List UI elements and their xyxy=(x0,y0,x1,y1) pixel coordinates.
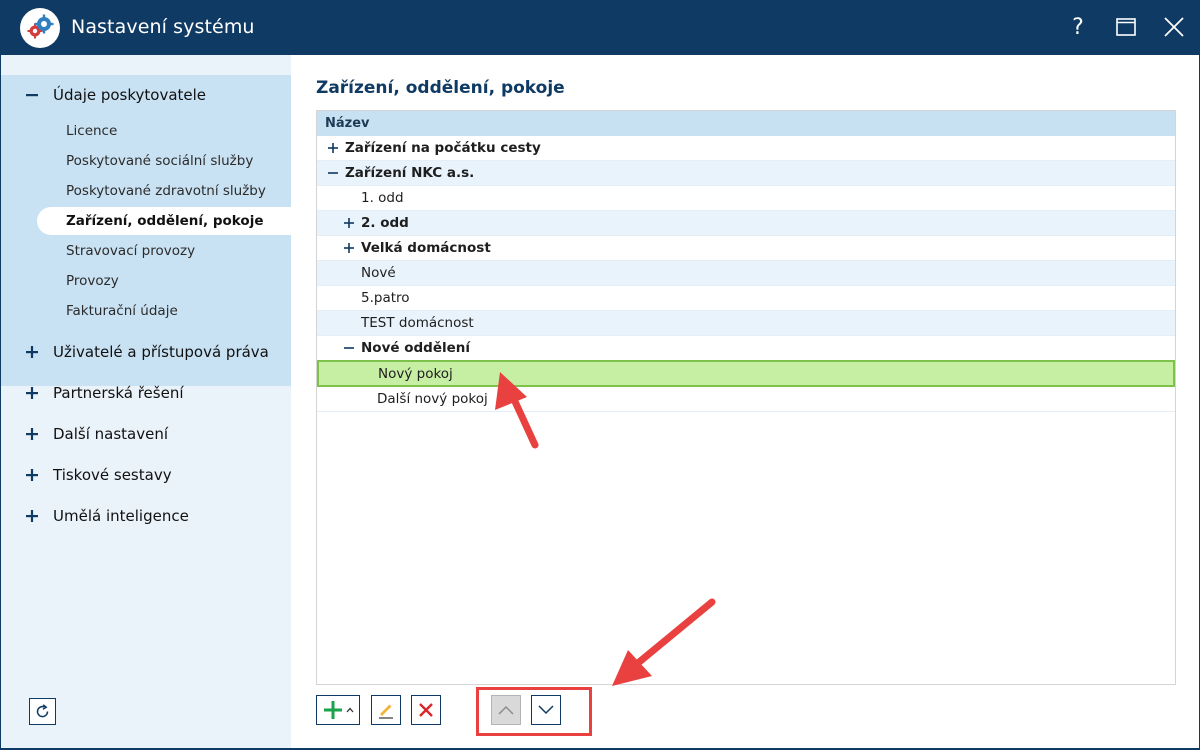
sidebar-item-licence[interactable]: Licence xyxy=(37,117,291,145)
collapse-icon xyxy=(26,94,38,97)
app-gears-icon xyxy=(20,8,60,48)
delete-x-icon xyxy=(419,703,433,717)
expand-icon[interactable] xyxy=(327,142,339,154)
sidebar-item-label: Fakturační údaje xyxy=(66,303,178,319)
sidebar-item-label: Provozy xyxy=(66,273,119,289)
expand-icon xyxy=(26,428,38,440)
tree-row[interactable]: 1. odd xyxy=(317,186,1175,211)
maximize-button[interactable] xyxy=(1111,12,1141,42)
tree-row[interactable]: Velká domácnost xyxy=(317,236,1175,261)
collapse-icon[interactable] xyxy=(327,167,339,179)
sidebar-group-partnerska-reseni[interactable]: Partnerská řešení xyxy=(1,373,291,413)
tree-row-label: Nový pokoj xyxy=(378,365,453,382)
tree-row-label: 2. odd xyxy=(361,215,409,231)
sidebar-group-label: Umělá inteligence xyxy=(53,507,189,525)
sidebar-group-label: Tiskové sestavy xyxy=(53,466,172,484)
tree-row[interactable]: Zařízení NKC a.s. xyxy=(317,161,1175,186)
window-title: Nastavení systému xyxy=(71,16,255,38)
tree-row-label: Nové oddělení xyxy=(361,340,471,356)
tree-row[interactable]: Zařízení na počátku cesty xyxy=(317,136,1175,161)
sidebar-group-tiskove-sestavy[interactable]: Tiskové sestavy xyxy=(1,455,291,495)
sidebar-item-zarizeni-oddeleni-pokoje[interactable]: Zařízení, oddělení, pokoje xyxy=(37,207,291,235)
sidebar-item-label: Licence xyxy=(66,123,118,139)
sidebar-group-dalsi-nastaveni[interactable]: Další nastavení xyxy=(1,414,291,454)
refresh-button[interactable] xyxy=(29,698,56,725)
close-button[interactable] xyxy=(1159,12,1189,42)
sidebar-group-uzivatele[interactable]: Uživatelé a přístupová práva xyxy=(1,332,291,372)
tree-row[interactable]: Nové oddělení xyxy=(317,336,1175,361)
tree-grid: Název Zařízení na počátku cesty Zařízení… xyxy=(316,110,1176,685)
column-header-label: Název xyxy=(325,116,370,131)
sidebar-group-label: Další nastavení xyxy=(53,425,169,443)
pencil-icon xyxy=(379,704,393,719)
expand-icon xyxy=(26,510,38,522)
sidebar-item-socialni-sluzby[interactable]: Poskytované sociální služby xyxy=(37,147,291,175)
sidebar-item-label: Zařízení, oddělení, pokoje xyxy=(66,213,264,229)
tree-row-label: Nové xyxy=(361,265,396,281)
delete-button[interactable] xyxy=(411,695,441,725)
close-icon xyxy=(1164,17,1184,37)
sidebar: Údaje poskytovatele Licence Poskytované … xyxy=(1,55,291,748)
tree-row-label: Další nový pokoj xyxy=(377,391,488,407)
maximize-icon xyxy=(1116,18,1136,36)
help-button[interactable]: ? xyxy=(1063,12,1093,42)
expand-icon xyxy=(26,469,38,481)
tree-row[interactable]: TEST domácnost xyxy=(317,311,1175,336)
sidebar-item-label: Poskytované zdravotní služby xyxy=(66,183,266,199)
tree-row-selected[interactable]: Nový pokoj xyxy=(317,360,1175,387)
tree-row-label: Zařízení na počátku cesty xyxy=(345,140,541,156)
sidebar-item-label: Stravovací provozy xyxy=(66,243,196,259)
title-bar: Nastavení systému ? xyxy=(0,0,1200,55)
tree-row[interactable]: Další nový pokoj xyxy=(317,387,1175,412)
tree-row-label: Zařízení NKC a.s. xyxy=(345,165,475,181)
sidebar-item-zdravotni-sluzby[interactable]: Poskytované zdravotní služby xyxy=(37,177,291,205)
annotation-highlight-box xyxy=(476,687,592,736)
tree-row-label: Velká domácnost xyxy=(361,240,491,256)
tree-row[interactable]: Nové xyxy=(317,261,1175,286)
column-header-nazev[interactable]: Název xyxy=(317,111,1175,136)
expand-icon xyxy=(26,346,38,358)
expand-icon[interactable] xyxy=(343,242,355,254)
tree-row-label: 1. odd xyxy=(361,190,404,206)
collapse-icon[interactable] xyxy=(343,342,355,354)
sidebar-item-provozy[interactable]: Provozy xyxy=(37,267,291,295)
sidebar-group-label: Údaje poskytovatele xyxy=(53,86,207,104)
tree-row[interactable]: 2. odd xyxy=(317,211,1175,236)
plus-icon xyxy=(323,701,342,719)
tree-row-label: 5.patro xyxy=(361,290,410,306)
add-button[interactable] xyxy=(316,695,360,725)
edit-button[interactable] xyxy=(371,695,401,725)
tree-row[interactable]: 5.patro xyxy=(317,286,1175,311)
chevron-up-icon xyxy=(346,707,353,713)
sidebar-group-udaje-poskytovatele[interactable]: Údaje poskytovatele xyxy=(1,75,291,115)
page-title: Zařízení, oddělení, pokoje xyxy=(316,78,565,98)
refresh-icon xyxy=(36,704,49,718)
tree-row-label: TEST domácnost xyxy=(361,315,474,331)
sidebar-group-umela-inteligence[interactable]: Umělá inteligence xyxy=(1,496,291,536)
sidebar-group-label: Uživatelé a přístupová práva xyxy=(53,343,269,361)
sidebar-group-label: Partnerská řešení xyxy=(53,384,184,402)
sidebar-item-label: Poskytované sociální služby xyxy=(66,153,254,169)
expand-icon xyxy=(26,387,38,399)
sidebar-item-stravovaci-provozy[interactable]: Stravovací provozy xyxy=(37,237,291,265)
expand-icon[interactable] xyxy=(343,217,355,229)
sidebar-item-fakturacni-udaje[interactable]: Fakturační údaje xyxy=(37,297,291,325)
